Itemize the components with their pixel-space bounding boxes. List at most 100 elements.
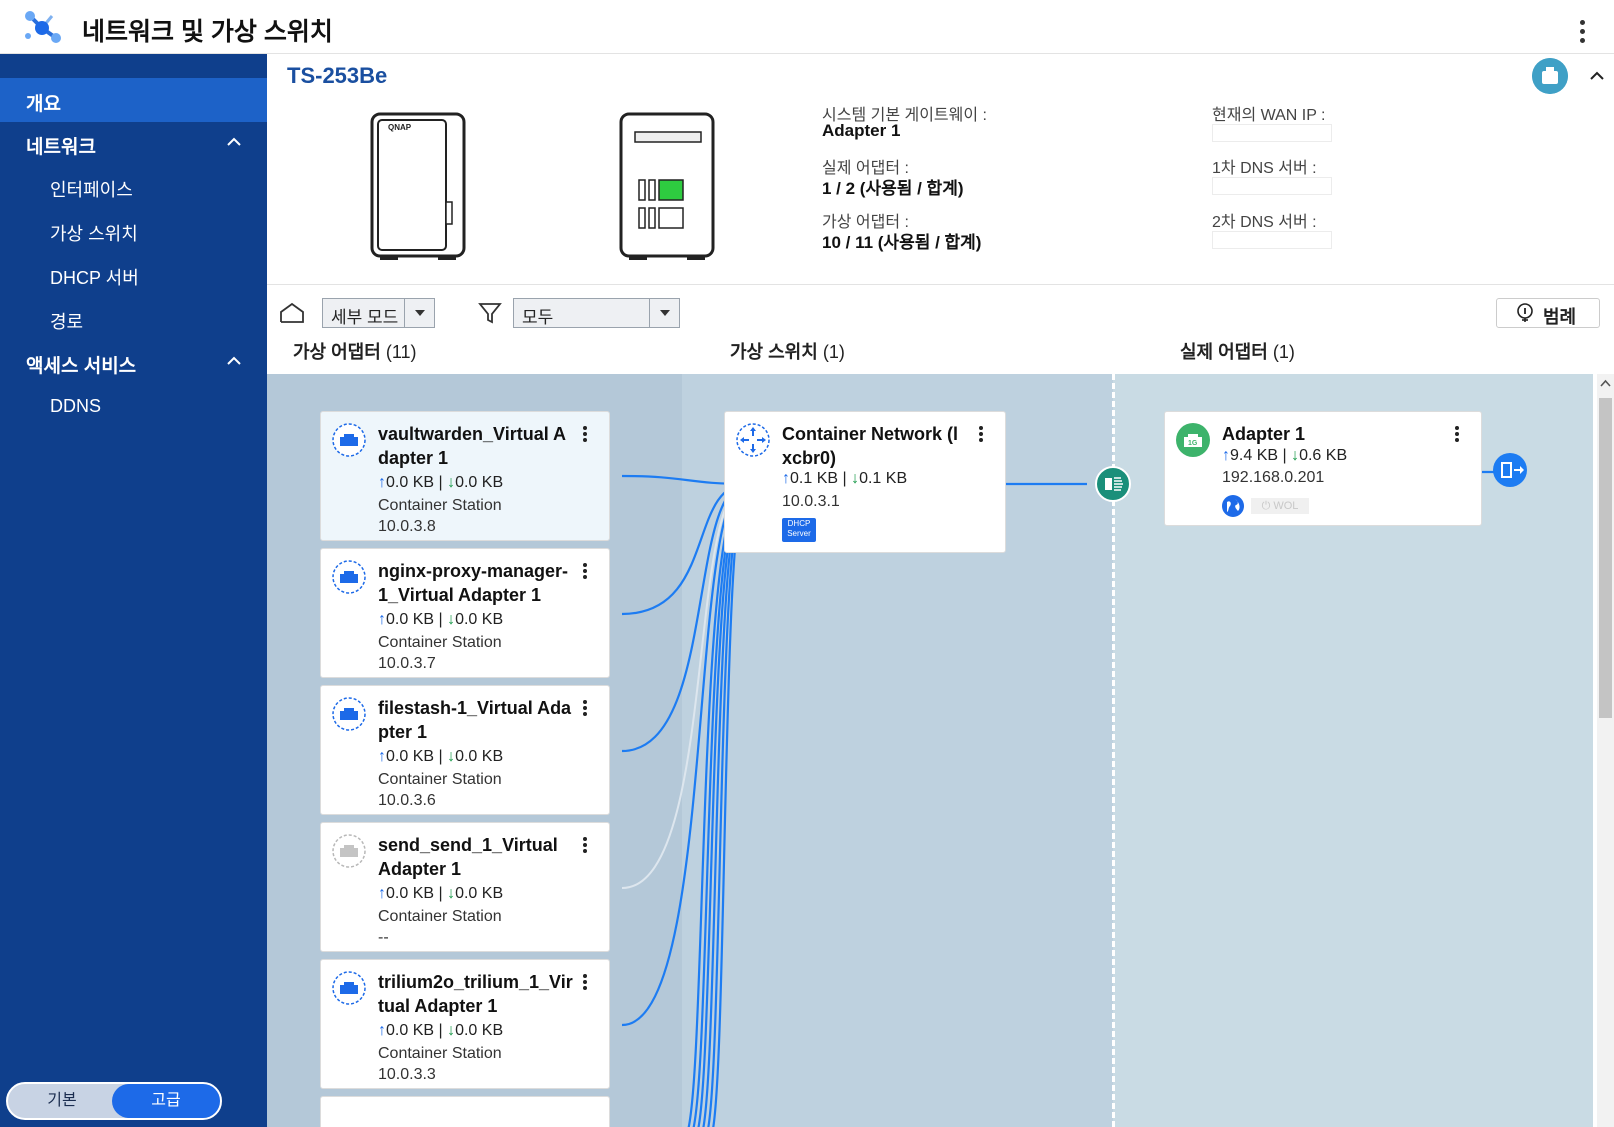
upload-arrow-icon: ↑ xyxy=(378,474,386,491)
virtual-adapter-icon xyxy=(332,971,366,1005)
dns1-value xyxy=(1212,177,1332,195)
adapter-source: Container Station xyxy=(378,497,502,514)
virtual-switch-card[interactable]: Container Network (lxcbr0) ↑0.1 KB | ↓0.… xyxy=(724,411,1006,553)
download-value: 0.0 KB xyxy=(455,1022,504,1039)
upload-value: 0.0 KB xyxy=(386,748,435,765)
virtual-adapter-card[interactable]: trilium2o_trilium_1_Virtual Adapter 1 ↑0… xyxy=(320,959,610,1089)
virtual-adapter-card[interactable]: send_send_1_Virtual Adapter 1 ↑0.0 KB | … xyxy=(320,822,610,952)
divider xyxy=(267,284,1614,285)
device-name: TS-253Be xyxy=(287,63,388,88)
more-options-icon[interactable] xyxy=(979,426,985,446)
upload-value: 0.0 KB xyxy=(386,611,435,628)
filter-icon[interactable] xyxy=(477,300,503,326)
globe-icon xyxy=(1222,495,1244,517)
chevron-up-icon[interactable] xyxy=(227,354,241,368)
external-port-icon[interactable] xyxy=(1492,452,1528,488)
column-header-label: 실제 어댑터 xyxy=(1180,342,1268,362)
adapter-source: Container Station xyxy=(378,908,502,925)
download-arrow-icon: ↓ xyxy=(447,885,456,902)
adapter-name: Adapter 1 xyxy=(1222,424,1306,444)
dns2-value xyxy=(1212,231,1332,249)
wan-ip-label: 현재의 WAN IP : xyxy=(1212,107,1326,124)
nas-junction-icon[interactable] xyxy=(1095,466,1131,502)
column-header-label: 가상 스위치 xyxy=(730,342,818,362)
upload-arrow-icon: ↑ xyxy=(378,748,386,765)
upload-arrow-icon: ↑ xyxy=(378,611,386,628)
sidebar-item-label: 가상 스위치 xyxy=(50,224,138,244)
filter-select[interactable]: 모두 xyxy=(513,298,680,328)
legend-button[interactable]: 범례 xyxy=(1496,298,1600,328)
mode-toggle[interactable]: 기본 고급 xyxy=(6,1082,222,1120)
sidebar-item-dhcp-server[interactable]: DHCP 서버 xyxy=(0,253,267,297)
download-arrow-icon: ↓ xyxy=(447,748,456,765)
chevron-up-icon[interactable] xyxy=(227,135,241,149)
sidebar-group-network[interactable]: 네트워크 xyxy=(0,121,267,165)
virtual-switch-icon xyxy=(736,423,770,457)
sidebar-item-label: DHCP 서버 xyxy=(50,268,139,288)
collapse-chevron-icon[interactable] xyxy=(1589,68,1605,84)
svg-text:QNAP: QNAP xyxy=(388,123,412,132)
virtual-adapter-inactive-icon xyxy=(332,834,366,868)
virtual-adapter-card[interactable]: vaultwarden_Virtual Adapter 1 ↑0.0 KB | … xyxy=(320,411,610,541)
view-mode-select[interactable]: 세부 모드 xyxy=(322,298,435,328)
adapter-name: vaultwarden_Virtual Adapter 1 xyxy=(378,424,567,468)
physical-adapter-card[interactable]: 1G Adapter 1 ↑9.4 KB | ↓0.6 KB 192.168.0… xyxy=(1164,411,1482,526)
download-value: 0.1 KB xyxy=(859,470,908,487)
more-options-icon[interactable] xyxy=(583,700,589,720)
sidebar-item-virtual-switch[interactable]: 가상 스위치 xyxy=(0,209,267,253)
dns1-label: 1차 DNS 서버 : xyxy=(1212,160,1317,177)
dhcp-server-badge: DHCP Server xyxy=(782,518,816,542)
virtual-adapter-card[interactable]: filestash-1_Virtual Adapter 1 ↑0.0 KB | … xyxy=(320,685,610,815)
dhcp-badge-line: DHCP xyxy=(787,519,811,528)
mode-advanced-option[interactable]: 고급 xyxy=(112,1084,220,1118)
more-options-icon[interactable] xyxy=(1580,20,1586,44)
column-header-virtual-switches: 가상 스위치 (1) xyxy=(730,338,845,364)
chevron-down-icon[interactable] xyxy=(649,299,679,327)
download-arrow-icon: ↓ xyxy=(447,1022,456,1039)
adapter-name: send_send_1_Virtual Adapter 1 xyxy=(378,835,558,879)
sidebar-item-ddns[interactable]: DDNS xyxy=(0,385,267,429)
vertical-scrollbar[interactable] xyxy=(1597,374,1614,1127)
sidebar: 개요 네트워크 인터페이스 가상 스위치 DHCP 서버 경로 액세스 서비스 … xyxy=(0,54,267,1127)
virtual-adapter-icon xyxy=(332,423,366,457)
more-options-icon[interactable] xyxy=(583,426,589,446)
adapter-name: trilium2o_trilium_1_Virtual Adapter 1 xyxy=(378,972,573,1016)
nas-back-image xyxy=(619,112,715,260)
download-arrow-icon: ↓ xyxy=(1291,447,1300,464)
adapter-ip: -- xyxy=(378,929,389,946)
column-header-virtual-adapters: 가상 어댑터 (11) xyxy=(293,338,417,364)
more-options-icon[interactable] xyxy=(583,837,589,857)
sidebar-group-access-services[interactable]: 액세스 서비스 xyxy=(0,340,267,384)
upload-value: 0.0 KB xyxy=(386,885,435,902)
mode-basic-option[interactable]: 기본 xyxy=(8,1084,116,1118)
virtual-adapter-card[interactable]: nginx-proxy-manager-1_Virtual Adapter 1 … xyxy=(320,548,610,678)
download-arrow-icon: ↓ xyxy=(447,474,456,491)
download-arrow-icon: ↓ xyxy=(851,470,860,487)
adapter-traffic: ↑0.0 KB | ↓0.0 KB xyxy=(378,1022,504,1039)
adapter-name: filestash-1_Virtual Adapter 1 xyxy=(378,698,572,742)
sidebar-item-overview[interactable]: 개요 xyxy=(0,78,267,122)
nas-status-icon[interactable] xyxy=(1532,58,1568,94)
home-view-icon[interactable] xyxy=(279,300,305,326)
sidebar-item-interface[interactable]: 인터페이스 xyxy=(0,165,267,209)
scroll-up-icon[interactable] xyxy=(1600,378,1611,389)
sidebar-item-label: 인터페이스 xyxy=(50,180,133,200)
chevron-down-icon[interactable] xyxy=(404,299,434,327)
download-value: 0.0 KB xyxy=(455,885,504,902)
upload-arrow-icon: ↑ xyxy=(1222,447,1230,464)
dns2-label: 2차 DNS 서버 : xyxy=(1212,214,1317,231)
physical-adapter-value: 1 / 2 (사용됨 / 합계) xyxy=(822,179,964,198)
gateway-value: Adapter 1 xyxy=(822,121,901,140)
switch-traffic: ↑0.1 KB | ↓0.1 KB xyxy=(782,470,908,487)
download-value: 0.0 KB xyxy=(455,748,504,765)
adapter-ip: 10.0.3.7 xyxy=(378,655,436,672)
sidebar-group-label: 네트워크 xyxy=(26,137,96,158)
virtual-adapter-card[interactable] xyxy=(320,1096,610,1127)
sidebar-item-route[interactable]: 경로 xyxy=(0,297,267,341)
virtual-adapter-icon xyxy=(332,697,366,731)
download-value: 0.6 KB xyxy=(1299,447,1348,464)
more-options-icon[interactable] xyxy=(583,563,589,583)
more-options-icon[interactable] xyxy=(1455,426,1461,446)
more-options-icon[interactable] xyxy=(583,974,589,994)
scrollbar-thumb[interactable] xyxy=(1599,398,1612,718)
